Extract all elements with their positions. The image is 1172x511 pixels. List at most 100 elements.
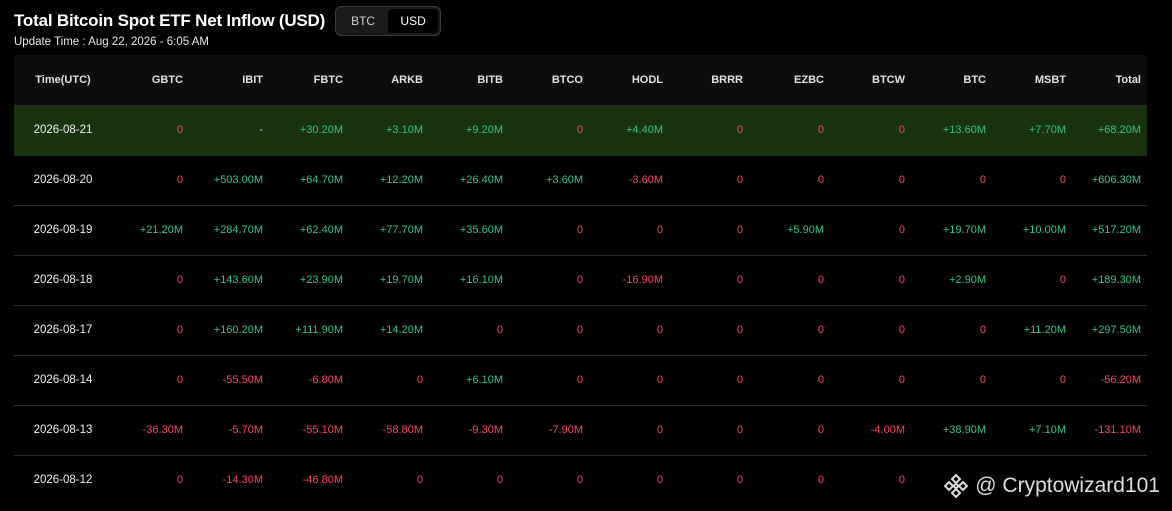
toggle-btc-button[interactable]: BTC: [338, 9, 388, 33]
flow-cell: 0: [1059, 274, 1066, 286]
flow-cell: 0: [817, 324, 824, 336]
column-header-time-utc: Time(UTC): [35, 73, 91, 86]
column-header-bitb: BITB: [477, 73, 503, 86]
table-row: 2026-08-13 -36.30M -5.70M -55.10M -58.80M -9.…: [14, 405, 1147, 455]
flow-cell: +64.70M: [299, 174, 343, 186]
flow-cell: 0: [576, 274, 583, 286]
flow-cell: -36.30M: [142, 424, 183, 436]
flow-cell: -: [259, 124, 263, 136]
column-header-btco: BTCO: [551, 73, 583, 86]
row-date: 2026-08-20: [33, 174, 93, 186]
flow-cell: 0: [979, 374, 986, 386]
flow-cell: +9.20M: [466, 124, 503, 136]
flow-cell: 0: [736, 224, 743, 236]
flow-cell: 0: [817, 274, 824, 286]
table-row: 2026-08-17 0 +160.20M +111.90M +14.20M 0 0 0 0 0 0…: [14, 305, 1147, 355]
flow-cell: +21.20M: [139, 224, 183, 236]
flow-cell: 0: [176, 374, 183, 386]
flow-cell: +11.20M: [1023, 324, 1066, 336]
flow-cell: +19.70M: [379, 274, 423, 286]
row-date: 2026-08-19: [33, 224, 93, 236]
flow-cell: 0: [656, 424, 663, 436]
flow-cell: 0: [979, 324, 986, 336]
flow-cell: 0: [576, 474, 583, 487]
watermark-text: @ Cryptowizard101: [975, 474, 1160, 497]
flow-cell: 0: [736, 374, 743, 386]
flow-cell: 0: [979, 174, 986, 186]
flow-cell: +23.90M: [299, 274, 343, 286]
binance-logo-icon: [943, 473, 969, 499]
column-header-msbt: MSBT: [1034, 73, 1066, 86]
flow-cell: 0: [898, 124, 905, 136]
flow-cell: 0: [898, 324, 905, 336]
flow-cell: 0: [176, 274, 183, 286]
flow-cell: +111.90M: [295, 324, 343, 336]
flow-cell: -9.30M: [468, 424, 503, 436]
flow-cell: 0: [736, 324, 743, 336]
flow-cell: +606.30M: [1091, 174, 1141, 186]
flow-cell: +6.10M: [466, 374, 503, 386]
row-date: 2026-08-18: [33, 274, 93, 286]
watermark: @ Cryptowizard101: [943, 473, 1160, 499]
flow-cell: +3.10M: [386, 124, 423, 136]
flow-cell: +189.30M: [1091, 274, 1141, 286]
flow-cell: +68.20M: [1097, 124, 1141, 136]
row-date: 2026-08-17: [33, 324, 93, 336]
flow-cell: 0: [736, 124, 743, 136]
flow-cell: 0: [416, 474, 423, 487]
row-date: 2026-08-13: [33, 424, 93, 436]
flow-cell: -5.70M: [228, 424, 263, 436]
table-row: 2026-08-14 0 -55.50M -6.80M 0 +6.10M 0 0 0 0 0 0 0 -5…: [14, 355, 1147, 405]
flow-cell: +517.20M: [1091, 224, 1141, 236]
currency-toggle: BTC USD: [335, 6, 442, 36]
flow-cell: 0: [898, 374, 905, 386]
flow-cell: 0: [496, 324, 503, 336]
flow-cell: -58.80M: [382, 424, 423, 436]
flow-cell: 0: [656, 474, 663, 487]
table-row: 2026-08-21 0 - +30.20M +3.10M +9.20M 0 +4.40M 0 0…: [14, 105, 1147, 155]
flow-cell: +13.60M: [942, 124, 986, 136]
row-date: 2026-08-12: [33, 474, 93, 487]
table-body: 2026-08-21 0 - +30.20M +3.10M +9.20M 0 +4.40M 0 0…: [14, 105, 1147, 505]
flow-cell: 0: [898, 274, 905, 286]
flow-cell: 0: [496, 474, 503, 487]
flow-cell: +38.90M: [942, 424, 986, 436]
flow-cell: 0: [817, 424, 824, 436]
page-title: Total Bitcoin Spot ETF Net Inflow (USD): [14, 11, 326, 30]
flow-cell: 0: [576, 374, 583, 386]
flow-cell: 0: [736, 474, 743, 487]
column-header-btcw: BTCW: [872, 73, 905, 86]
flow-cell: 0: [898, 224, 905, 236]
flow-cell: +26.40M: [459, 174, 503, 186]
flow-cell: +5.90M: [787, 224, 824, 236]
flow-cell: 0: [736, 274, 743, 286]
table-row: 2026-08-20 0 +503.00M +64.70M +12.20M +26.40M…: [14, 155, 1147, 205]
flow-cell: +16.10M: [459, 274, 503, 286]
flow-cell: 0: [736, 424, 743, 436]
flow-cell: 0: [817, 124, 824, 136]
update-time: Update Time : Aug 22, 2026 - 6:05 AM: [14, 36, 209, 48]
flow-cell: -55.10M: [302, 424, 343, 436]
flow-cell: 0: [656, 374, 663, 386]
flow-cell: -55.50M: [222, 374, 263, 386]
flow-cell: +3.60M: [546, 174, 583, 186]
flow-cell: 0: [416, 374, 423, 386]
flow-cell: -3.60M: [628, 174, 663, 186]
flow-cell: +14.20M: [379, 324, 423, 336]
flow-cell: 0: [1059, 174, 1066, 186]
flow-cell: +297.50M: [1091, 324, 1141, 336]
flow-cell: -7.90M: [548, 424, 583, 436]
etf-flow-table: Time(UTC) GBTC IBIT FBTC ARKB BITB BTCO HODL BRR…: [14, 55, 1147, 505]
column-header-ezbc: EZBC: [794, 73, 824, 86]
flow-cell: +503.00M: [213, 174, 263, 186]
flow-cell: 0: [817, 474, 824, 487]
flow-cell: 0: [817, 374, 824, 386]
flow-cell: 0: [176, 124, 183, 136]
flow-cell: +77.70M: [379, 224, 423, 236]
flow-cell: +4.40M: [626, 124, 663, 136]
toggle-usd-button[interactable]: USD: [388, 9, 439, 33]
flow-cell: +7.70M: [1029, 124, 1066, 136]
column-header-btc: BTC: [963, 73, 986, 86]
flow-cell: +35.60M: [459, 224, 503, 236]
column-header-gbtc: GBTC: [151, 73, 183, 86]
